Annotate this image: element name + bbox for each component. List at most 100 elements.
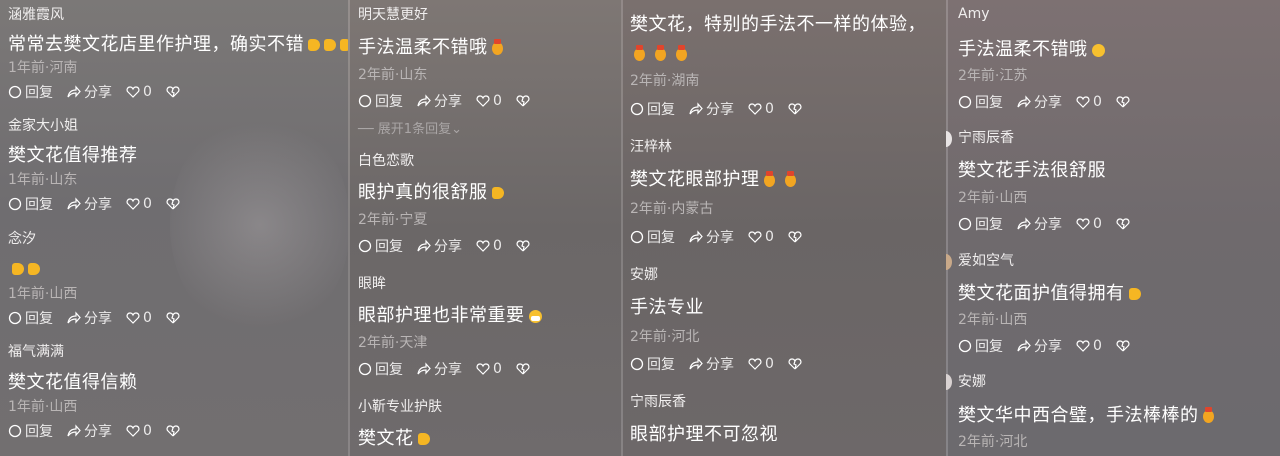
like-button[interactable]: 0: [476, 238, 502, 254]
heart-icon: [476, 240, 490, 252]
comment-author[interactable]: 金家大小姐: [8, 115, 78, 135]
comment-meta: 2年前·湖南: [630, 73, 700, 89]
like-button[interactable]: 0: [476, 93, 502, 109]
reply-button[interactable]: 回复: [630, 354, 675, 374]
share-button[interactable]: 分享: [417, 236, 462, 256]
like-button[interactable]: 0: [476, 361, 502, 377]
comment-author[interactable]: 眼眸: [358, 273, 386, 293]
like-button[interactable]: 0: [126, 423, 152, 439]
comment-actions: 回复 分享 0: [358, 359, 530, 379]
avatar[interactable]: [946, 374, 952, 390]
comment-author[interactable]: Amy: [958, 6, 990, 22]
reply-button[interactable]: 回复: [8, 194, 53, 214]
comment-collage: 涵雅霞风 常常去樊文花店里作护理，确实不错 1年前·河南 回复 分享 0 金家大…: [0, 0, 1280, 456]
dislike-button[interactable]: [166, 424, 180, 438]
comment-author[interactable]: 宁雨辰香: [958, 127, 1014, 147]
comment-text: [8, 258, 40, 279]
share-button[interactable]: 分享: [1017, 336, 1062, 356]
share-button[interactable]: 分享: [67, 82, 112, 102]
reply-button[interactable]: 回复: [8, 308, 53, 328]
dislike-button[interactable]: [516, 94, 530, 108]
share-arrow-icon: [689, 357, 703, 370]
comment-actions: 回复 分享 0: [8, 82, 180, 102]
medal-emoji-icon: [634, 45, 645, 61]
comment-text: 手法专业: [630, 297, 704, 318]
dislike-button[interactable]: [788, 357, 802, 371]
comment-author[interactable]: 安娜: [630, 264, 658, 284]
reply-bubble-icon: [8, 197, 22, 211]
share-button[interactable]: 分享: [1017, 92, 1062, 112]
comment-author[interactable]: 明天慧更好: [358, 4, 428, 24]
reply-button[interactable]: 回复: [958, 336, 1003, 356]
comment-text: 樊文华中西合璧，手法棒棒的: [958, 401, 1214, 427]
reply-bubble-icon: [958, 339, 972, 353]
medal-emoji-icon: [491, 38, 503, 55]
share-button[interactable]: 分享: [1017, 214, 1062, 234]
dislike-button[interactable]: [788, 102, 802, 116]
dislike-button[interactable]: [516, 239, 530, 253]
comment-author[interactable]: 涵雅霞风: [8, 4, 64, 24]
like-button[interactable]: 0: [1076, 94, 1102, 110]
comment-author[interactable]: 安娜: [958, 371, 986, 391]
comment-actions: 回复 分享 0: [358, 236, 530, 256]
dislike-button[interactable]: [166, 197, 180, 211]
share-button[interactable]: 分享: [67, 194, 112, 214]
reply-button[interactable]: 回复: [958, 214, 1003, 234]
reply-bubble-icon: [8, 311, 22, 325]
expand-replies-link[interactable]: ── 展开1条回复⌄: [358, 118, 462, 137]
comment-author[interactable]: 福气满满: [8, 341, 64, 361]
dislike-button[interactable]: [788, 230, 802, 244]
like-button[interactable]: 0: [126, 310, 152, 326]
broken-heart-icon: [1116, 218, 1130, 230]
share-button[interactable]: 分享: [689, 99, 734, 119]
like-button[interactable]: 0: [748, 356, 774, 372]
like-button[interactable]: 0: [1076, 338, 1102, 354]
comment-author[interactable]: 宁雨辰香: [630, 391, 686, 411]
share-button[interactable]: 分享: [67, 421, 112, 441]
comment-author[interactable]: 汪梓林: [630, 136, 672, 156]
share-button[interactable]: 分享: [689, 354, 734, 374]
comment-text: 樊文花值得信赖: [8, 372, 138, 393]
comment-author[interactable]: 白色恋歌: [358, 150, 414, 170]
comment-text: 手法温柔不错哦: [358, 33, 503, 59]
reply-button[interactable]: 回复: [630, 227, 675, 247]
comment-meta: 1年前·山东: [8, 172, 78, 188]
comment-meta: 2年前·河北: [630, 329, 700, 345]
reply-button[interactable]: 回复: [358, 91, 403, 111]
share-button[interactable]: 分享: [689, 227, 734, 247]
comment-author[interactable]: 爱如空气: [958, 250, 1014, 270]
avatar[interactable]: [946, 254, 952, 270]
dislike-button[interactable]: [1116, 339, 1130, 353]
comment-text: 眼部护理不可忽视: [630, 424, 778, 445]
like-button[interactable]: 0: [748, 229, 774, 245]
comment-author[interactable]: 小靳专业护肤: [358, 396, 442, 416]
like-button[interactable]: 0: [748, 101, 774, 117]
reply-button[interactable]: 回复: [8, 82, 53, 102]
reply-button[interactable]: 回复: [958, 92, 1003, 112]
share-button[interactable]: 分享: [67, 308, 112, 328]
comment-author[interactable]: 念汐: [8, 228, 36, 248]
dislike-button[interactable]: [516, 362, 530, 376]
broken-heart-icon: [516, 363, 530, 375]
like-button[interactable]: 0: [126, 84, 152, 100]
like-button[interactable]: 0: [1076, 216, 1102, 232]
reply-button[interactable]: 回复: [358, 236, 403, 256]
share-button[interactable]: 分享: [417, 359, 462, 379]
reply-button[interactable]: 回复: [8, 421, 53, 441]
share-arrow-icon: [1017, 95, 1031, 108]
dislike-button[interactable]: [166, 85, 180, 99]
mask-face-emoji-icon: [528, 309, 542, 323]
heart-icon: [748, 103, 762, 115]
share-button[interactable]: 分享: [417, 91, 462, 111]
dislike-button[interactable]: [1116, 217, 1130, 231]
dislike-button[interactable]: [1116, 95, 1130, 109]
reply-button[interactable]: 回复: [630, 99, 675, 119]
thumbs-up-emoji-icon: [417, 433, 430, 445]
dislike-button[interactable]: [166, 311, 180, 325]
comment-meta: 2年前·江苏: [958, 68, 1028, 84]
like-button[interactable]: 0: [126, 196, 152, 212]
comment-meta: 2年前·内蒙古: [630, 201, 714, 217]
avatar[interactable]: [946, 131, 952, 147]
comment-text: 樊文花，特别的手法不一样的体验，: [630, 14, 926, 35]
reply-button[interactable]: 回复: [358, 359, 403, 379]
